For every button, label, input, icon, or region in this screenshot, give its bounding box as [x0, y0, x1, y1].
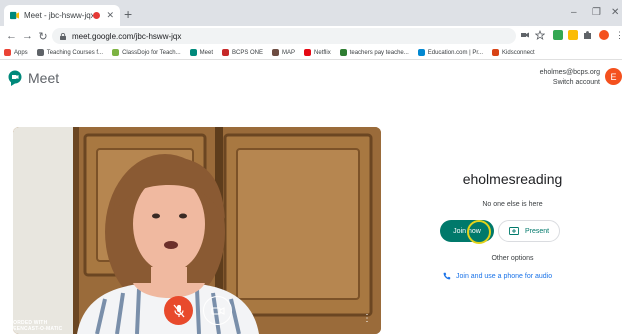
bookmark-label: Meet [199, 49, 213, 56]
camera-icon [210, 306, 225, 315]
bookmark-favicon-icon [36, 49, 44, 56]
meet-logo[interactable]: Meet [8, 70, 59, 86]
bookmark-favicon-icon [417, 49, 425, 56]
bookmark-favicon-icon [4, 49, 11, 56]
bookmark-label: Education.com | Pr... [427, 49, 484, 56]
back-button[interactable]: ← [6, 30, 17, 42]
bookmark-label: BCPS ONE [232, 49, 264, 56]
bookmark-label: Teaching Courses f... [46, 49, 104, 56]
tab-title: Meet - jbc-hsww-jqx [24, 11, 94, 20]
address-bar-row: ← → ↻ meet.google.com/jbc-hsww-jqx ⋮ [0, 26, 622, 46]
join-by-phone-link[interactable]: Join and use a phone for audio [443, 272, 552, 280]
camera-toggle-button[interactable] [203, 296, 232, 325]
bookmark-favicon-icon [304, 49, 312, 56]
bookmark-favicon-icon [112, 49, 120, 56]
account-email: eholmes@bcps.org [539, 69, 600, 76]
join-now-button[interactable]: Join now [440, 220, 494, 242]
present-screen-icon [508, 227, 519, 235]
bookmark-item[interactable]: MAP [272, 49, 295, 56]
tab-strip: Meet - jbc-hsww-jqx ✕ + – ❐ ✕ [0, 0, 622, 26]
meet-favicon-icon [10, 11, 19, 20]
mic-toggle-button[interactable] [164, 296, 193, 325]
bookmark-item[interactable]: Education.com | Pr... [417, 49, 484, 56]
bookmark-star-icon[interactable] [535, 30, 545, 40]
bookmark-label: ClassDojo for Teach... [122, 49, 181, 56]
bookmark-item[interactable]: Kidsconnect [492, 49, 535, 56]
browser-menu-icon[interactable]: ⋮ [615, 30, 622, 40]
present-button[interactable]: Present [498, 220, 560, 242]
tab-close-icon[interactable]: ✕ [106, 10, 114, 21]
bookmark-item[interactable]: teachers pay teache... [339, 49, 409, 56]
watermark-line: SCREENCAST-O-MATIC [2, 326, 63, 332]
recording-indicator-icon [93, 12, 101, 19]
switch-account-link[interactable]: Switch account [540, 78, 600, 88]
bookmark-label: MAP [282, 49, 296, 56]
bookmarks-bar: Apps Teaching Courses f... ClassDojo for T… [0, 46, 622, 60]
minimize-button[interactable]: – [571, 7, 577, 18]
present-label: Present [524, 227, 550, 235]
app-name: Meet [28, 70, 60, 86]
bookmark-favicon-icon [272, 49, 280, 56]
url-input[interactable]: meet.google.com/jbc-hsww-jqx [52, 28, 516, 44]
account-info: eholmes@bcps.org Switch account [540, 68, 600, 88]
forward-button[interactable]: → [22, 30, 33, 42]
meet-logo-icon [8, 70, 22, 86]
extension-icon[interactable] [568, 30, 578, 40]
browser-tab[interactable]: Meet - jbc-hsww-jqx ✕ [4, 5, 120, 26]
profile-avatar-icon[interactable] [599, 30, 609, 40]
maximize-button[interactable]: ❐ [592, 7, 601, 18]
participants-status: No one else is here [482, 201, 543, 208]
mic-off-icon [173, 304, 184, 317]
bookmark-favicon-icon [189, 49, 197, 56]
bookmark-label: teachers pay teache... [349, 49, 409, 56]
camera-feed-image [13, 127, 381, 334]
new-tab-button[interactable]: + [124, 6, 132, 22]
bookmark-item[interactable]: Teaching Courses f... [36, 49, 104, 56]
other-options-heading: Other options [491, 255, 534, 262]
bookmark-favicon-icon [222, 49, 229, 56]
reload-button[interactable]: ↻ [38, 30, 48, 43]
video-preview [13, 127, 381, 334]
lock-icon [60, 32, 66, 40]
bookmark-label: Netflix [314, 49, 331, 56]
meeting-room-name: eholmesreading [462, 171, 563, 187]
bookmark-item[interactable]: BCPS ONE [222, 49, 263, 56]
extension-icon[interactable] [553, 30, 563, 40]
avatar[interactable]: E [605, 68, 622, 85]
bookmark-item[interactable]: Meet [189, 49, 213, 56]
bookmark-item[interactable]: Netflix [304, 49, 331, 56]
bookmark-label: Apps [14, 49, 28, 56]
bookmark-favicon-icon [492, 49, 500, 56]
bookmark-item[interactable]: Apps [4, 49, 28, 56]
window-close-button[interactable]: ✕ [611, 7, 619, 18]
bookmark-favicon-icon [339, 49, 347, 56]
phone-icon [443, 272, 451, 280]
recording-watermark: RECORDED WITH SCREENCAST-O-MATIC [2, 320, 62, 332]
bookmark-item[interactable]: ClassDojo for Teach... [112, 49, 181, 56]
bookmark-label: Kidsconnect [502, 49, 535, 56]
extensions-puzzle-icon[interactable] [583, 30, 593, 40]
camera-indicator-icon[interactable] [520, 30, 530, 40]
join-by-phone-label: Join and use a phone for audio [456, 272, 553, 280]
url-text: meet.google.com/jbc-hsww-jqx [72, 31, 182, 41]
more-options-icon[interactable]: ⋮ [362, 314, 372, 324]
join-now-label: Join now [453, 227, 481, 235]
